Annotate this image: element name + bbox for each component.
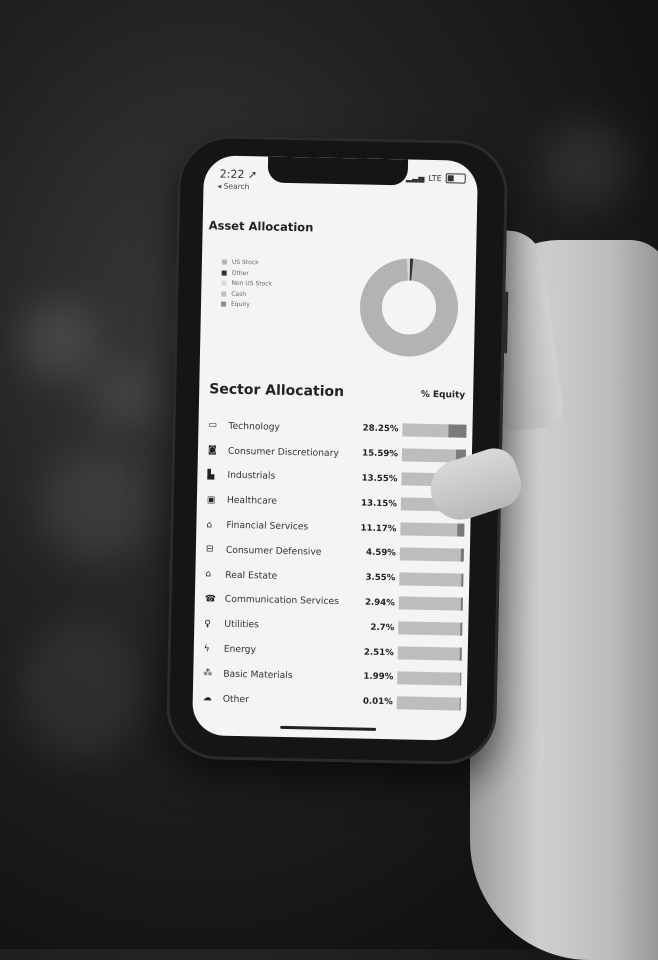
sector-percent: 1.99%	[357, 672, 393, 683]
sector-allocation-title: Sector Allocation	[209, 381, 344, 400]
consumer-discretionary-icon: ◙	[208, 445, 222, 455]
laptop-icon: ▭	[208, 421, 222, 431]
sector-bar-fill	[457, 524, 464, 537]
legend-label: Other	[232, 269, 249, 276]
factory-icon: ▙	[207, 470, 221, 480]
sector-label: Financial Services	[226, 520, 360, 534]
sector-percent: 13.55%	[361, 474, 397, 485]
sector-bar-fill	[460, 672, 462, 685]
bulb-icon: ♀	[204, 619, 218, 629]
bank-icon: ⌂	[206, 520, 220, 530]
sector-bar-fill	[461, 598, 463, 611]
sector-percent: 4.59%	[360, 548, 396, 559]
sector-bar-fill	[448, 424, 466, 437]
legend-item: Non US Stock	[221, 279, 272, 291]
sector-percent: 0.01%	[357, 697, 393, 708]
sector-row[interactable]: ☁ Other0.01%	[199, 686, 461, 716]
sector-percent: 2.7%	[358, 622, 394, 633]
background-blur	[540, 120, 630, 210]
legend-item: US Stock	[222, 258, 273, 270]
sector-bar-fill	[459, 697, 461, 710]
location-arrow-icon: ➚	[248, 168, 257, 181]
legend-item: Equity	[221, 300, 272, 312]
sector-label: Real Estate	[225, 569, 359, 583]
sector-bar	[397, 696, 461, 710]
house-icon: ⌂	[205, 569, 219, 579]
asset-allocation-donut[interactable]	[358, 256, 460, 358]
sector-label: Utilities	[224, 619, 358, 633]
sector-bar	[400, 547, 464, 561]
sector-bar	[402, 423, 466, 437]
phone-icon: ☎	[205, 594, 219, 604]
back-to-search-link[interactable]: ◂ Search	[217, 181, 249, 191]
status-indicators: ▂▃▅ LTE	[406, 172, 466, 183]
signal-icon: ▂▃▅	[406, 173, 425, 182]
asset-legend: US Stock Other Non US Stock Cash Equity	[221, 258, 273, 312]
legend-swatch	[222, 270, 227, 275]
background-blur	[20, 620, 140, 760]
volume-button	[172, 263, 176, 305]
sector-bar-fill	[460, 648, 462, 661]
basket-icon: ⊟	[206, 545, 220, 555]
photo-background: { "status": { "time": "2:22", "back": "◂…	[0, 0, 658, 949]
sector-label: Consumer Defensive	[226, 545, 360, 559]
background-blur	[90, 360, 160, 430]
asset-allocation-title: Asset Allocation	[209, 218, 314, 234]
lightning-icon: ϟ	[204, 644, 218, 654]
sector-label: Consumer Discretionary	[228, 445, 362, 459]
sector-percent: 2.51%	[358, 647, 394, 658]
sector-bar-fill	[461, 573, 464, 586]
sector-bar	[399, 572, 463, 586]
sector-percent: 3.55%	[359, 573, 395, 584]
phone: 2:22 ➚ ◂ Search ▂▃▅ LTE Asset Allocation…	[166, 135, 509, 766]
sector-bar-fill	[461, 548, 464, 561]
volume-button	[171, 315, 175, 357]
network-label: LTE	[428, 173, 441, 182]
sector-label: Energy	[224, 644, 358, 658]
sector-bar-fill	[460, 623, 462, 636]
sector-percent: 13.15%	[361, 498, 397, 509]
legend-swatch	[222, 260, 227, 265]
sector-bar	[399, 597, 463, 611]
medical-kit-icon: ▣	[207, 495, 221, 505]
sector-list: ▭ Technology28.25% ◙ Consumer Discretionary…	[199, 413, 467, 716]
legend-label: Cash	[231, 290, 246, 297]
legend-swatch	[221, 281, 226, 286]
status-time: 2:22 ➚	[220, 167, 258, 181]
equity-column-header: % Equity	[421, 390, 466, 401]
sector-percent: 2.94%	[359, 597, 395, 608]
sector-label: Industrials	[227, 470, 361, 484]
sector-label: Basic Materials	[223, 669, 357, 683]
sector-label: Other	[223, 693, 357, 707]
legend-label: Equity	[231, 301, 250, 308]
legend-label: Non US Stock	[231, 280, 272, 288]
legend-label: US Stock	[232, 259, 259, 267]
sector-percent: 15.59%	[362, 449, 398, 460]
background-blur	[40, 450, 150, 560]
battery-icon	[446, 173, 466, 183]
materials-icon: ⁂	[203, 669, 217, 679]
phone-screen: 2:22 ➚ ◂ Search ▂▃▅ LTE Asset Allocation…	[192, 155, 478, 741]
sector-label: Healthcare	[227, 495, 361, 509]
legend-swatch	[221, 291, 226, 296]
legend-swatch	[221, 302, 226, 307]
background-blur	[20, 300, 100, 380]
cloud-icon: ☁	[203, 693, 217, 703]
home-indicator[interactable]	[280, 726, 376, 731]
sector-bar	[400, 522, 464, 536]
notch	[268, 156, 409, 185]
sector-label: Technology	[228, 421, 362, 435]
sector-bar	[398, 646, 462, 660]
sector-label: Communication Services	[225, 594, 359, 608]
sector-percent: 28.25%	[362, 424, 398, 435]
sector-bar	[397, 671, 461, 685]
sector-percent: 11.17%	[360, 523, 396, 534]
sector-bar	[398, 622, 462, 636]
